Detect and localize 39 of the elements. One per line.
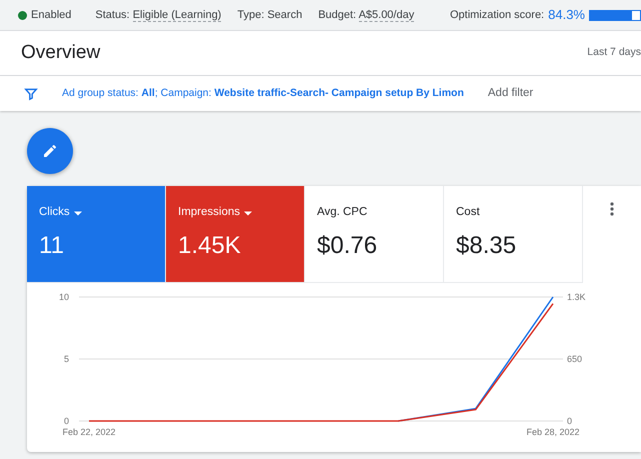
status-label: Status: (95, 8, 130, 21)
y2-axis-label: 1.3K (567, 292, 586, 302)
y-axis-label: 5 (64, 354, 69, 364)
status-value: Eligible (Learning) (132, 8, 222, 22)
status-text: Enabled (31, 8, 72, 23)
status-dot (18, 10, 27, 20)
y2-axis-label: 0 (567, 416, 572, 426)
page-title: Overview (21, 42, 100, 64)
y-axis-label: 10 (58, 292, 69, 302)
optimization-label: Optimization score: (450, 8, 544, 23)
x-axis-label: Feb 22, 2022 (62, 427, 116, 437)
score-bar (589, 10, 641, 20)
metric-tile[interactable]: Avg. CPC $0.76 (305, 186, 444, 283)
budget-label: Budget: (318, 8, 356, 21)
budget-value: A$5.00/day (358, 8, 414, 22)
add-filter-button[interactable]: Add filter (488, 84, 534, 102)
pencil-icon (42, 143, 58, 159)
metric-label: Clicks (39, 205, 70, 220)
type-label: Type: (237, 8, 264, 21)
y-axis-label: 0 (64, 416, 69, 426)
metric-value: 11 (39, 230, 65, 261)
optimization-score: 84.3% (548, 6, 585, 24)
metric-label: Cost (456, 205, 480, 220)
metric-value: $8.35 (456, 230, 518, 261)
x-axis-label: Feb 28, 2022 (526, 427, 580, 437)
metric-value: $0.76 (317, 230, 378, 261)
metric-label: Avg. CPC (317, 205, 368, 220)
more-icon[interactable] (610, 202, 614, 216)
metric-value: 1.45K (178, 230, 242, 261)
filter-summary[interactable]: Ad group status: All; Campaign: Website traffic-Search- Campaign setup By Limon (62, 86, 464, 102)
filter-icon[interactable] (24, 86, 38, 100)
type-value: Search (267, 8, 302, 21)
metric-tile[interactable]: Cost $8.35 (444, 186, 583, 283)
edit-button[interactable] (27, 128, 73, 174)
metric-tile[interactable]: Clicks 11 (27, 186, 166, 283)
date-range[interactable]: Last 7 days (587, 45, 641, 61)
y2-axis-label: 650 (567, 354, 582, 364)
metric-tile[interactable]: Impressions 1.45K (166, 186, 305, 283)
metric-label: Impressions (178, 205, 240, 220)
